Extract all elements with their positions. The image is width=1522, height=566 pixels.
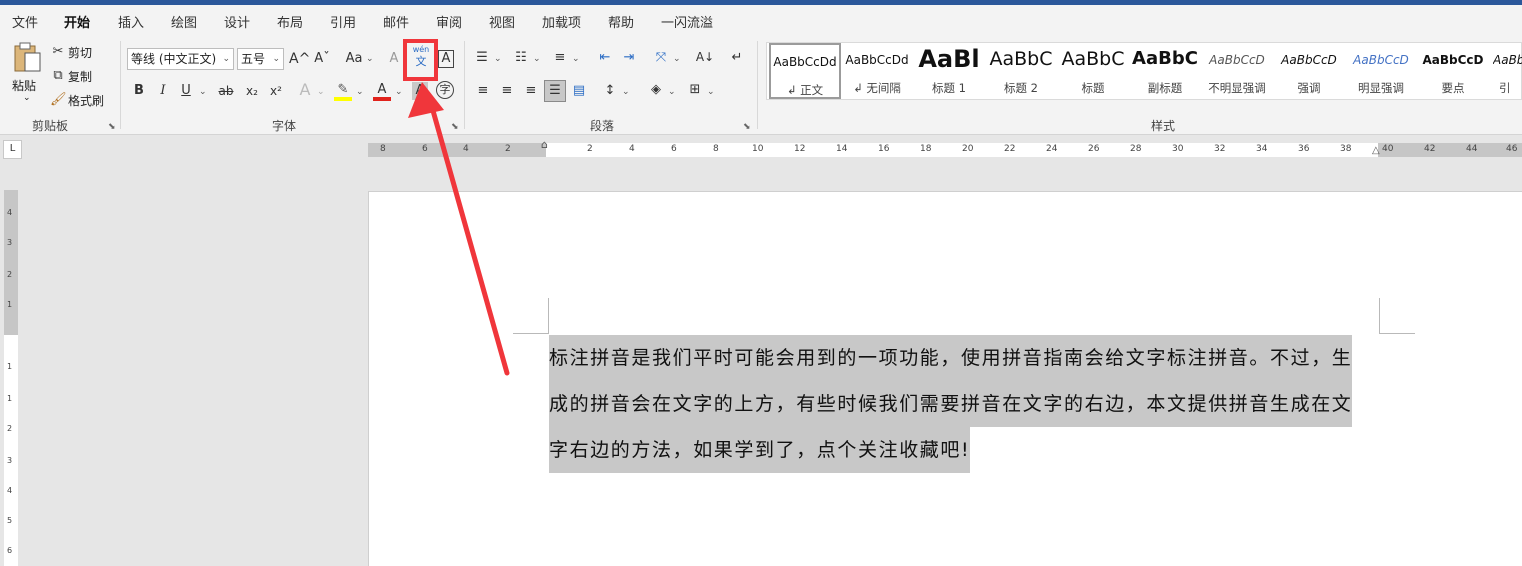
annotation-arrow-icon	[408, 82, 510, 376]
